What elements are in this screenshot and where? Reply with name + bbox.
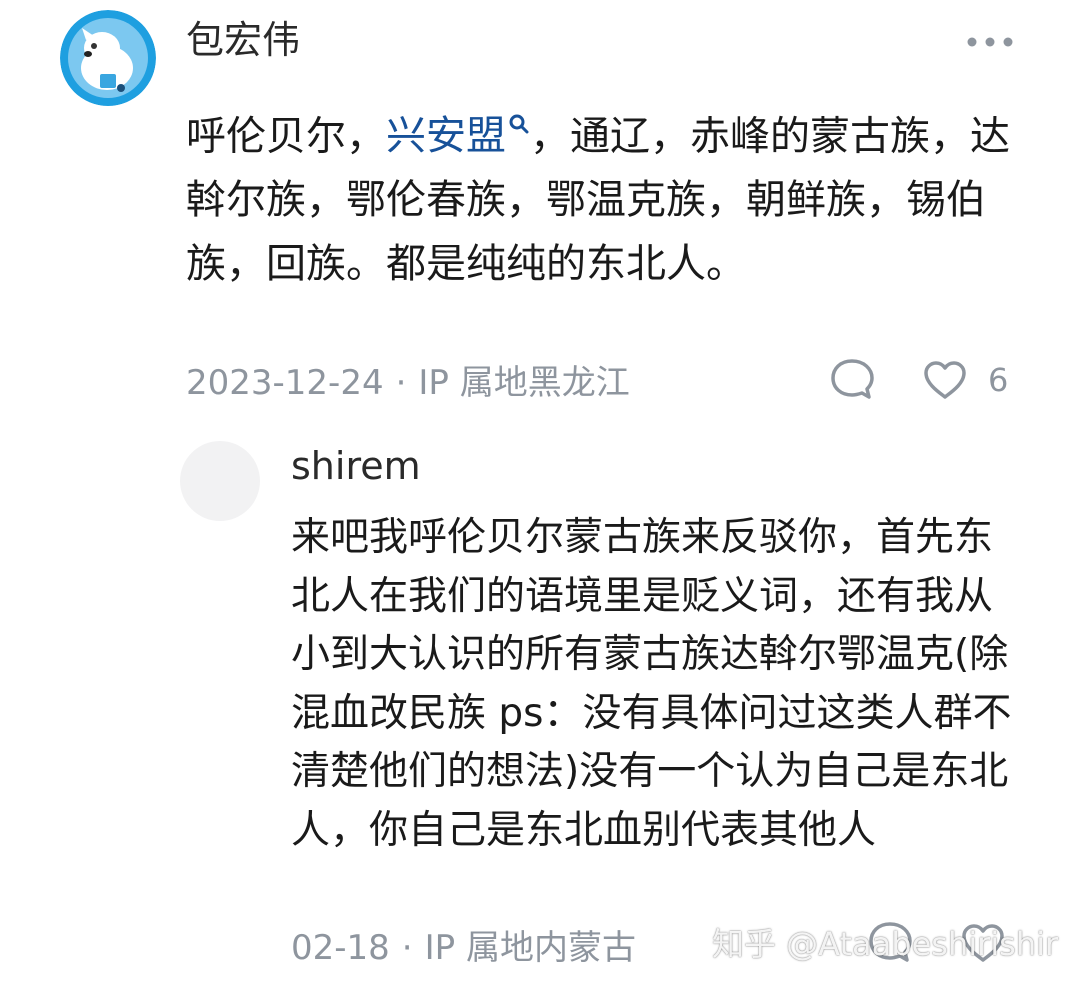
avatar-image [60, 10, 156, 106]
search-icon [508, 90, 530, 154]
author-name[interactable]: 包宏伟 [186, 14, 300, 66]
reply-author-name[interactable]: shirem [291, 440, 421, 492]
reply-meta: 02-18 · IP 属地内蒙古 [291, 922, 636, 974]
reply-ip-location: IP 属地内蒙古 [424, 928, 636, 968]
topic-link[interactable]: 兴安盟 [386, 113, 530, 159]
ip-location: IP 属地黑龙江 [418, 363, 630, 403]
comment-text: 呼伦贝尔，兴安盟 ，通辽，赤峰的蒙古族，达斡尔族，鄂伦春族，鄂温克族，朝鲜族，锡伯… [186, 90, 1016, 296]
comment-meta: 2023-12-24 · IP 属地黑龙江 [186, 357, 630, 409]
meta-separator: · [395, 363, 407, 403]
comment-text-part: 呼伦贝尔， [186, 113, 386, 160]
reply-text: 来吧我呼伦贝尔蒙古族来反驳你，首先东北人在我们的语境里是贬义词，还有我从小到大认… [291, 515, 1012, 853]
more-horizontal-icon [967, 37, 1013, 47]
heart-icon [924, 361, 966, 399]
watermark: 知乎 @Ataabeshirishir [712, 925, 1059, 963]
meta-separator: · [401, 928, 413, 968]
author-avatar[interactable] [60, 10, 156, 106]
reply-date: 02-18 [291, 928, 390, 968]
like-button[interactable]: 6 [920, 357, 1020, 403]
topic-link-label: 兴安盟 [386, 113, 506, 160]
comment-bubble-icon [831, 359, 874, 399]
reply-button[interactable] [828, 357, 878, 403]
more-options-button[interactable] [962, 24, 1018, 60]
reply-author-avatar[interactable] [180, 441, 260, 521]
comment-date: 2023-12-24 [186, 363, 384, 403]
like-count: 6 [988, 361, 1009, 399]
